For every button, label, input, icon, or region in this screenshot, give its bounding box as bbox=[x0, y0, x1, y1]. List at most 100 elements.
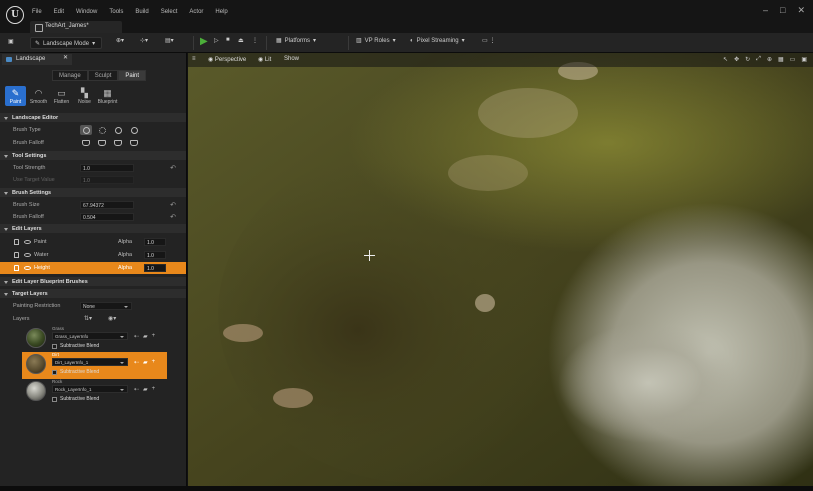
select-icon[interactable]: ↖ bbox=[723, 56, 728, 63]
close-icon[interactable]: ✕ bbox=[797, 5, 805, 16]
settings-icon[interactable]: ▭ ⋮ bbox=[482, 37, 495, 44]
falloff-tip-icon[interactable] bbox=[128, 138, 140, 148]
section-landscape-editor[interactable]: Landscape Editor bbox=[0, 113, 186, 122]
browse-icon[interactable]: ⇠ bbox=[134, 333, 139, 340]
eject-icon[interactable]: ⏏ bbox=[238, 37, 244, 44]
tool-smooth[interactable]: ◠ Smooth bbox=[28, 86, 49, 106]
stop-icon[interactable]: ■ bbox=[226, 37, 230, 43]
project-tab[interactable]: TechArt_James* bbox=[30, 21, 122, 33]
alpha-field[interactable]: 1.0 bbox=[144, 251, 166, 259]
falloff-linear-icon[interactable] bbox=[96, 138, 108, 148]
tab-paint[interactable]: Paint bbox=[118, 70, 147, 81]
add-icon[interactable]: + bbox=[152, 359, 156, 366]
rotate-icon[interactable]: ↻ bbox=[745, 56, 750, 63]
edit-layer-water[interactable]: Water Alpha 1.0 bbox=[0, 249, 186, 261]
target-layer-rock[interactable]: Rock Rock_LayerInfo_1 ⇠ ▰ + Subtractive Bl… bbox=[22, 379, 167, 406]
play-options-icon[interactable]: ⋮ bbox=[252, 37, 258, 44]
minimize-icon[interactable]: – bbox=[763, 5, 768, 16]
subtractive-checkbox[interactable] bbox=[52, 369, 57, 375]
section-edit-layers[interactable]: Edit Layers bbox=[0, 224, 186, 233]
brush-pattern-icon[interactable] bbox=[112, 125, 124, 135]
section-edit-layer-blueprint[interactable]: Edit Layer Blueprint Brushes bbox=[0, 277, 186, 286]
lit-button[interactable]: ◉ Lit bbox=[258, 56, 271, 63]
hamburger-icon[interactable]: ≡ bbox=[192, 56, 196, 62]
lock-icon[interactable] bbox=[14, 264, 19, 271]
menu-select[interactable]: Select bbox=[161, 9, 178, 15]
lock-icon[interactable] bbox=[14, 238, 19, 245]
eye-icon[interactable] bbox=[24, 239, 31, 244]
edit-layer-paint[interactable]: Paint Alpha 1.0 bbox=[0, 236, 186, 248]
camera-speed-icon[interactable]: ▭ bbox=[790, 56, 796, 63]
section-brush-settings[interactable]: Brush Settings bbox=[0, 188, 186, 197]
lock-icon[interactable] bbox=[14, 251, 19, 258]
menu-tools[interactable]: Tools bbox=[109, 9, 123, 15]
vp-roles-button[interactable]: ▥ VP Roles ▾ bbox=[356, 37, 396, 45]
brush-alpha-icon[interactable] bbox=[96, 125, 108, 135]
falloff-spherical-icon[interactable] bbox=[112, 138, 124, 148]
eye-icon[interactable] bbox=[24, 252, 31, 257]
menu-build[interactable]: Build bbox=[135, 9, 148, 15]
play-icon[interactable]: ▶ bbox=[200, 36, 208, 47]
menu-actor[interactable]: Actor bbox=[189, 9, 203, 15]
tool-paint[interactable]: ✎ Paint bbox=[5, 86, 26, 106]
alpha-field[interactable]: 1.0 bbox=[144, 238, 166, 246]
add-content-button[interactable]: ⊕▾ bbox=[116, 37, 124, 44]
perspective-button[interactable]: ◉ Perspective bbox=[208, 56, 246, 63]
brush-circle-icon[interactable] bbox=[80, 125, 92, 135]
move-icon[interactable]: ✥ bbox=[734, 56, 739, 63]
menu-edit[interactable]: Edit bbox=[54, 9, 64, 15]
subtractive-checkbox[interactable] bbox=[52, 343, 57, 349]
add-icon[interactable]: + bbox=[152, 333, 156, 340]
save-icon[interactable]: ▣ bbox=[8, 38, 14, 45]
brush-falloff-field[interactable]: 0.504 bbox=[80, 213, 134, 221]
folder-icon[interactable]: ▰ bbox=[143, 359, 148, 366]
reset-icon[interactable]: ↶ bbox=[170, 201, 176, 209]
maximize-icon[interactable]: □ bbox=[780, 5, 785, 16]
menu-file[interactable]: File bbox=[32, 9, 42, 15]
brush-component-icon[interactable] bbox=[128, 125, 140, 135]
layer-info-dropdown[interactable]: Dirt_LayerInfo_1 bbox=[52, 358, 128, 366]
section-target-layers[interactable]: Target Layers bbox=[0, 289, 186, 298]
layer-info-dropdown[interactable]: Grass_LayerInfo bbox=[52, 332, 128, 340]
menu-help[interactable]: Help bbox=[215, 9, 227, 15]
add-icon[interactable]: + bbox=[152, 386, 156, 393]
layer-info-dropdown[interactable]: Rock_LayerInfo_1 bbox=[52, 385, 128, 393]
tab-manage[interactable]: Manage bbox=[52, 70, 88, 81]
mode-selector[interactable]: ✎ Landscape Mode ▾ bbox=[30, 37, 103, 49]
close-icon[interactable]: ✕ bbox=[63, 54, 68, 61]
painting-restriction-dropdown[interactable]: None bbox=[80, 302, 132, 310]
browse-icon[interactable]: ⇠ bbox=[134, 386, 139, 393]
landscape-tab[interactable]: Landscape ✕ bbox=[2, 54, 72, 65]
edit-layer-height[interactable]: Height Alpha 1.0 bbox=[0, 262, 186, 274]
show-button[interactable]: Show bbox=[284, 56, 299, 62]
falloff-smooth-icon[interactable] bbox=[80, 138, 92, 148]
step-icon[interactable]: ▷ bbox=[214, 37, 219, 44]
pixel-streaming-button[interactable]: ◐ Pixel Streaming ▾ bbox=[410, 37, 465, 45]
layout-icon[interactable]: ▣ bbox=[801, 56, 807, 63]
folder-icon[interactable]: ▰ bbox=[143, 386, 148, 393]
tool-flatten[interactable]: ▭ Flatten bbox=[51, 86, 72, 106]
tool-strength-field[interactable]: 1.0 bbox=[80, 164, 134, 172]
reset-icon[interactable]: ↶ bbox=[170, 213, 176, 221]
use-target-value-field[interactable]: 1.0 bbox=[80, 176, 134, 184]
menu-window[interactable]: Window bbox=[76, 9, 97, 15]
target-layer-grass[interactable]: Grass Grass_LayerInfo ⇠ ▰ + Subtractive Bl… bbox=[22, 326, 167, 353]
tool-noise[interactable]: ▚ Noise bbox=[74, 86, 95, 106]
eye-icon[interactable] bbox=[24, 265, 31, 270]
section-tool-settings[interactable]: Tool Settings bbox=[0, 151, 186, 160]
sort-icon[interactable]: ⇅▾ bbox=[84, 315, 92, 322]
target-layer-dirt[interactable]: Dirt Dirt_LayerInfo_1 ⇠ ▰ + Subtractive Bl… bbox=[22, 352, 167, 379]
brush-size-field[interactable]: 67.94372 bbox=[80, 201, 134, 209]
level-viewport[interactable]: ≡ ◉ Perspective ◉ Lit Show ↖ ✥ ↻ ⤢ ⊕ ▦ ▭… bbox=[188, 53, 813, 486]
world-icon[interactable]: ⊕ bbox=[767, 56, 772, 63]
scale-icon[interactable]: ⤢ bbox=[756, 56, 761, 63]
cinematics-button[interactable]: ▤▾ bbox=[165, 37, 174, 44]
snap-icon[interactable]: ▦ bbox=[778, 56, 784, 63]
folder-icon[interactable]: ▰ bbox=[143, 333, 148, 340]
browse-icon[interactable]: ⇠ bbox=[134, 359, 139, 366]
reset-icon[interactable]: ↶ bbox=[170, 164, 176, 172]
blueprint-button[interactable]: ⊹▾ bbox=[140, 37, 148, 44]
visibility-icon[interactable]: ◉▾ bbox=[108, 315, 116, 322]
subtractive-checkbox[interactable] bbox=[52, 396, 57, 402]
platforms-button[interactable]: ▦ Platforms ▾ bbox=[276, 37, 316, 45]
